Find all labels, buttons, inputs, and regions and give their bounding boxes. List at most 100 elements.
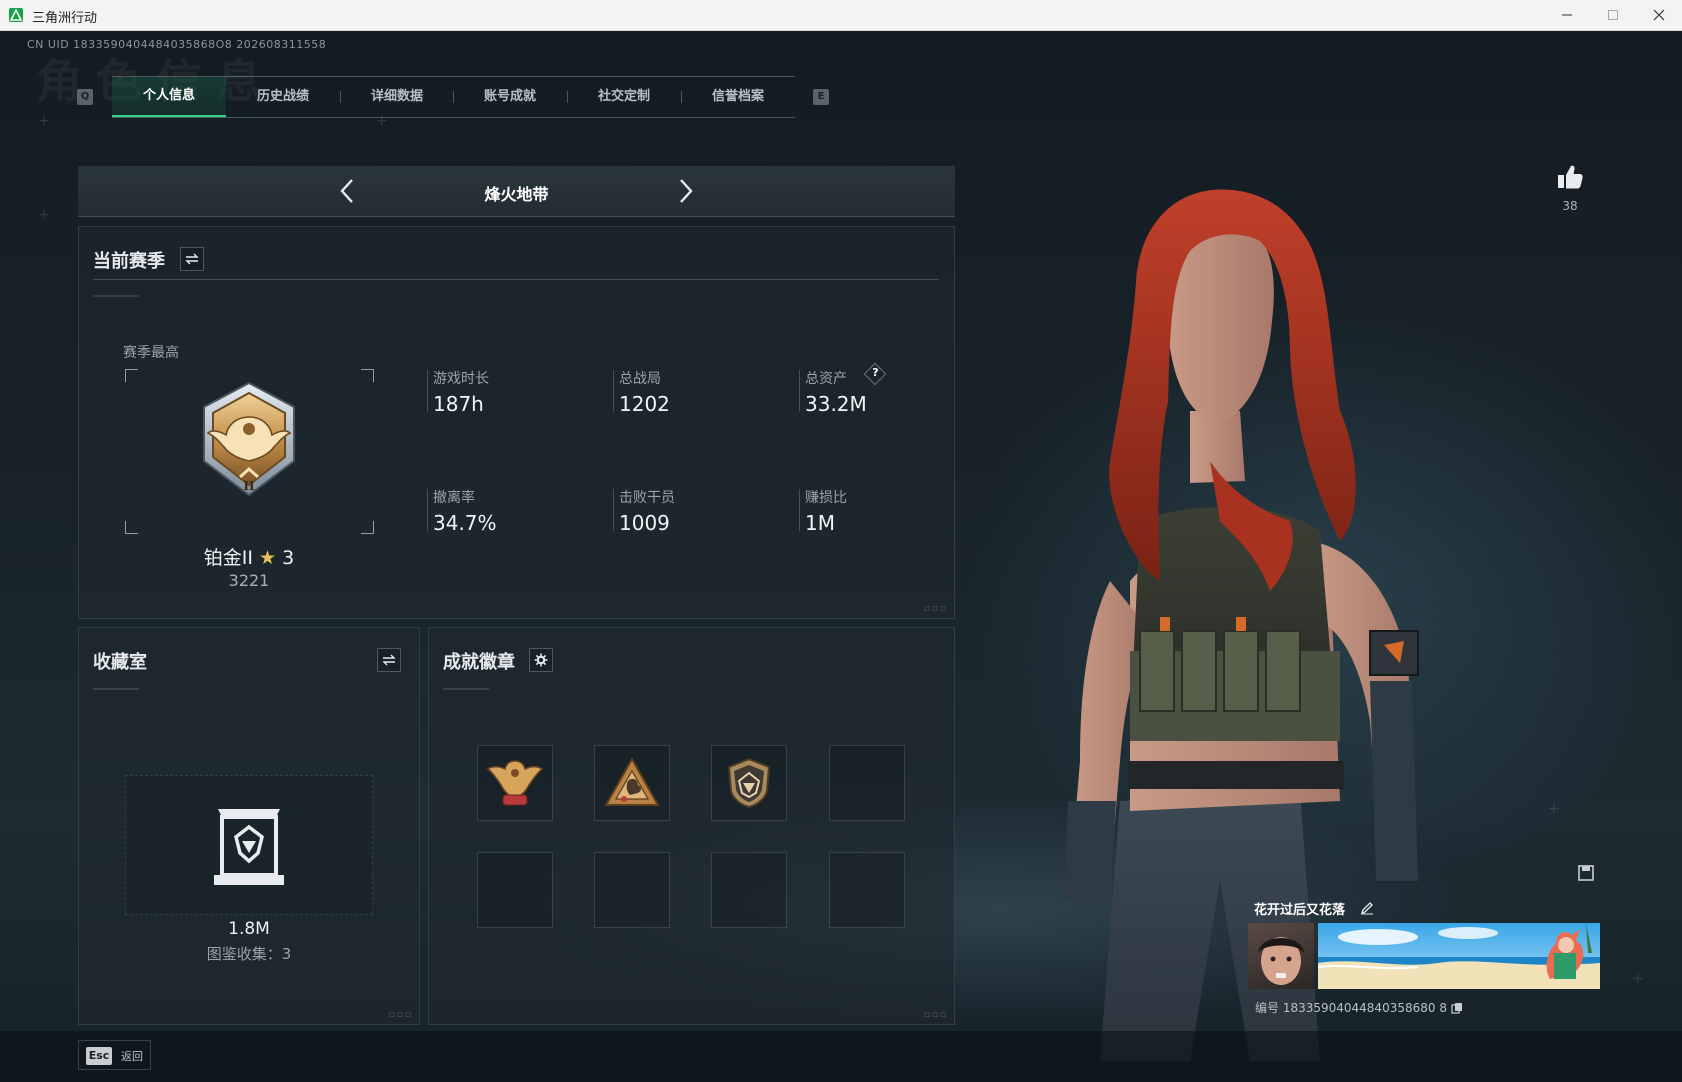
collection-subtitle-mark <box>93 688 139 690</box>
app-logo-icon <box>9 8 23 22</box>
achievement-badges-panel: 成就徽章 ▫▫▫ <box>428 627 955 1025</box>
rank-stars: 3 <box>282 547 295 569</box>
minimize-button[interactable] <box>1544 0 1590 30</box>
back-button[interactable]: Esc 返回 <box>78 1040 151 1070</box>
rank-score: 3221 <box>228 571 270 590</box>
rank-name: 铂金II <box>203 547 253 569</box>
tab-next-key-hint[interactable]: E <box>813 89 829 105</box>
copy-icon[interactable] <box>1451 1002 1463 1014</box>
window-titlebar: 三角洲行动 <box>0 0 1682 31</box>
minimize-icon <box>1562 14 1572 16</box>
stat-label: 赚损比 <box>805 490 847 506</box>
tab-detailed-data[interactable]: 详细数据 <box>340 77 454 117</box>
maximize-icon <box>1608 10 1618 20</box>
swap-icon <box>382 654 396 666</box>
mode-title: 烽火地带 <box>484 185 549 204</box>
season-title-divider <box>93 279 939 280</box>
collection-count: 图鉴收集：3 <box>206 945 292 963</box>
swap-icon <box>185 253 199 265</box>
tab-match-history[interactable]: 历史战绩 <box>226 77 340 117</box>
badge-slot-2[interactable] <box>594 745 670 821</box>
player-avatar[interactable] <box>1248 923 1314 989</box>
tab-prev-key-hint[interactable]: Q <box>77 89 93 105</box>
deco-plus-mark: + <box>38 207 50 223</box>
stat-label: 总战局 <box>619 371 661 387</box>
stat-value: 1202 <box>619 392 670 416</box>
save-card-button[interactable] <box>1576 863 1596 883</box>
maximize-button[interactable] <box>1590 0 1636 30</box>
panel-corner-dots: ▫▫▫ <box>923 604 948 614</box>
player-id-text: 编号 18335904044840358680 8 <box>1255 1001 1447 1015</box>
deco-plus-mark: + <box>1632 971 1644 987</box>
mode-next-button[interactable] <box>670 176 700 206</box>
tab-achievements[interactable]: 账号成就 <box>453 77 567 117</box>
stat-label: 击败干员 <box>619 490 675 506</box>
badge-slot-7-empty[interactable] <box>711 852 787 928</box>
rank-frame-corner <box>125 521 138 534</box>
season-switch-button[interactable] <box>180 247 204 271</box>
collection-switch-button[interactable] <box>377 648 401 672</box>
chevron-right-icon <box>680 179 693 203</box>
shield-gem-badge-icon <box>727 757 771 809</box>
player-id: 编号 18335904044840358680 8 <box>1255 999 1463 1016</box>
collection-panel-title: 收藏室 <box>93 652 147 673</box>
season-best-label: 赛季最高 <box>123 345 179 361</box>
gear-icon <box>534 653 548 667</box>
stat-value: 34.7% <box>433 511 497 535</box>
badges-panel-title: 成就徽章 <box>443 652 515 673</box>
rank-frame-corner <box>361 369 374 382</box>
save-icon <box>1578 865 1594 881</box>
esc-key-hint: Esc <box>86 1047 112 1065</box>
uid-text: CN UID 1833590404484035868O8 20260831155… <box>27 38 327 51</box>
panel-corner-dots: ▫▫▫ <box>923 1010 948 1020</box>
stat-label: 游戏时长 <box>433 371 489 387</box>
season-subtitle-mark <box>93 295 139 297</box>
stat-label: 总资产 <box>805 371 847 387</box>
stat-label: 撤离率 <box>433 490 475 506</box>
rank-star-icon: ★ <box>259 547 277 569</box>
rank-name-row: 铂金II ★ 3 <box>125 543 373 570</box>
eagle-badge-icon <box>486 760 544 806</box>
close-icon <box>1653 9 1665 21</box>
badge-slot-5-empty[interactable] <box>477 852 553 928</box>
like-button[interactable] <box>1556 163 1584 191</box>
platinum-rank-emblem-icon: II <box>203 381 295 497</box>
stat-value: 187h <box>433 392 484 416</box>
bottom-bar: Esc 返回 <box>0 1031 1682 1082</box>
badge-slot-3[interactable] <box>711 745 787 821</box>
deco-plus-mark: + <box>38 113 50 129</box>
triangle-bird-badge-icon <box>604 756 660 806</box>
rank-frame-corner <box>125 369 138 382</box>
collection-value: 1.8M <box>228 919 270 939</box>
tab-personal-info[interactable]: 个人信息 <box>112 77 226 117</box>
season-panel-title: 当前赛季 <box>93 251 165 272</box>
badge-slot-1[interactable] <box>477 745 553 821</box>
stat-value: 33.2M <box>805 392 867 416</box>
badges-settings-button[interactable] <box>529 648 553 672</box>
badge-slot-4-empty[interactable] <box>829 745 905 821</box>
tabs-bottom-line <box>112 117 795 118</box>
thumbs-up-icon <box>1558 165 1583 189</box>
tab-social-customization[interactable]: 社交定制 <box>567 77 681 117</box>
player-card[interactable]: 花开过后又花落 编号 18335904044840358680 8 <box>1248 899 1604 1039</box>
like-count: 38 <box>1562 199 1578 213</box>
edit-pencil-icon[interactable] <box>1360 901 1374 915</box>
rank-frame-corner <box>361 521 374 534</box>
badge-slot-6-empty[interactable] <box>594 852 670 928</box>
game-viewport: 角色信息 CN UID 1833590404484035868O8 202608… <box>0 31 1682 1082</box>
avatar-face-icon <box>1258 937 1304 985</box>
player-banner[interactable] <box>1318 923 1600 989</box>
svg-text:II: II <box>243 479 255 493</box>
help-icon: ? <box>872 365 879 379</box>
stat-value: 1009 <box>619 511 670 535</box>
tab-reputation-record[interactable]: 信誉档案 <box>681 77 795 117</box>
beach-banner-image <box>1318 923 1600 989</box>
back-label: 返回 <box>121 1050 143 1063</box>
display-case-icon <box>214 809 284 885</box>
main-tabs: 个人信息 历史战绩 详细数据 账号成就 社交定制 信誉档案 <box>112 76 795 118</box>
badge-slot-8-empty[interactable] <box>829 852 905 928</box>
window-title: 三角洲行动 <box>32 11 98 26</box>
mode-selector: 烽火地带 <box>78 166 955 217</box>
player-name: 花开过后又花落 <box>1254 903 1346 918</box>
close-button[interactable] <box>1636 0 1682 30</box>
